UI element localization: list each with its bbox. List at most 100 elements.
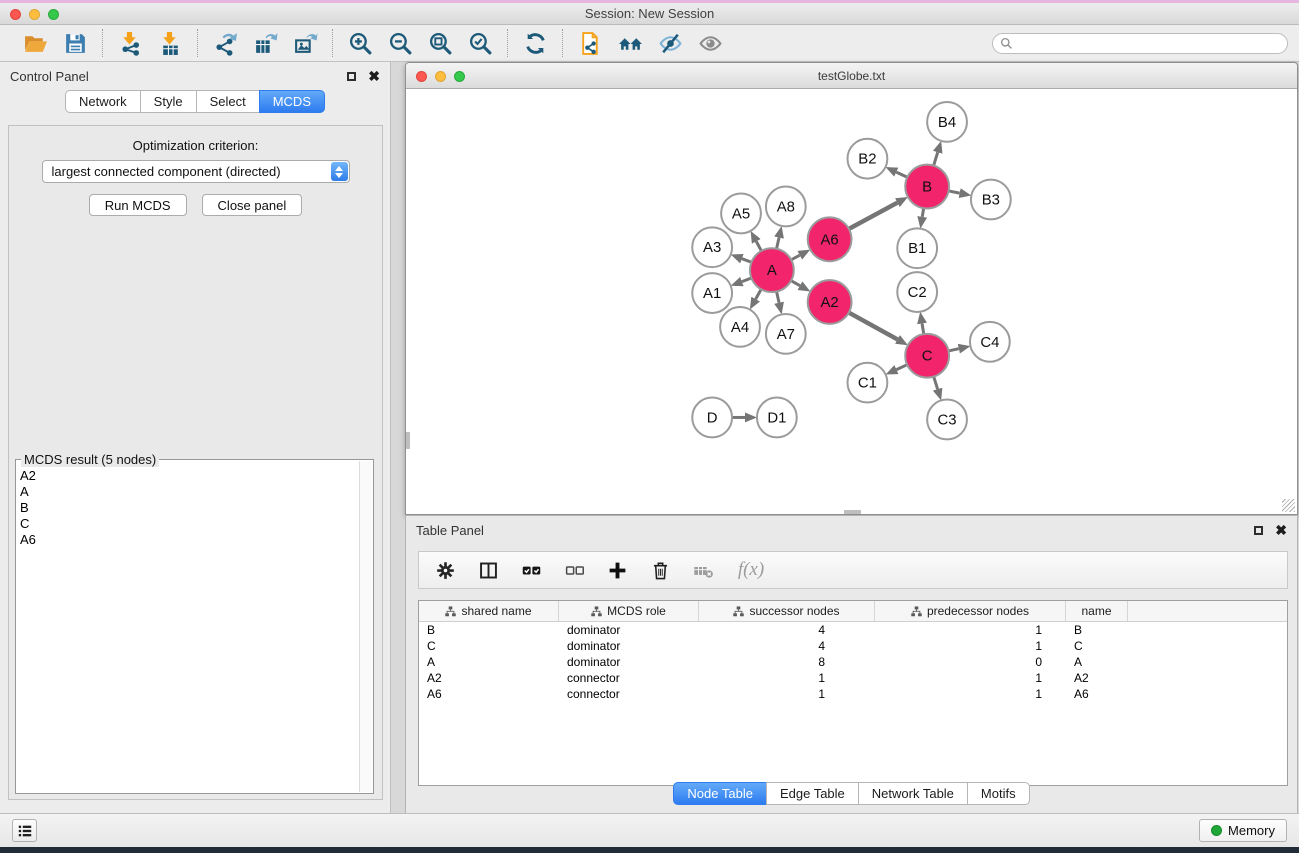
home-button[interactable] [616,29,644,57]
open-file-button[interactable] [21,29,49,57]
edge-B-B1[interactable] [922,208,923,217]
table-cell[interactable]: A [1066,655,1128,669]
table-row[interactable]: A6connector11A6 [419,686,1287,702]
zoom-in-button[interactable] [346,29,374,57]
table-cell[interactable]: C [1066,639,1128,653]
vertical-scrollbar-thumb[interactable] [406,432,410,449]
network-minimize-button[interactable] [435,71,446,82]
column-header-MCDS-role[interactable]: MCDS role [559,601,699,621]
node-C[interactable]: C [905,334,949,378]
split-columns-button[interactable] [476,558,500,582]
edge-A-A4[interactable] [756,289,761,299]
optimization-criterion-dropdown[interactable]: largest connected component (directed) [42,160,350,183]
close-panel-icon[interactable]: ✖ [368,69,380,83]
save-session-button[interactable] [61,29,89,57]
node-B[interactable]: B [905,165,949,209]
edge-A-A2[interactable] [791,281,800,286]
node-B1[interactable]: B1 [897,228,937,268]
edge-A-A6[interactable] [791,255,800,260]
import-network-button[interactable] [116,29,144,57]
table-cell[interactable]: 1 [875,623,1066,637]
node-A5[interactable]: A5 [721,194,761,234]
resize-grip[interactable] [1282,499,1295,512]
node-B4[interactable]: B4 [927,102,967,142]
node-A1[interactable]: A1 [692,273,732,313]
node-A7[interactable]: A7 [766,314,806,354]
table-cell[interactable]: 4 [699,623,875,637]
network-zoom-button[interactable] [454,71,465,82]
table-cell[interactable]: connector [559,671,699,685]
tab-motifs[interactable]: Motifs [967,782,1030,805]
edge-A-A3[interactable] [742,259,752,263]
mcds-result-item[interactable]: B [20,500,358,516]
settings-gear-button[interactable] [433,558,457,582]
table-cell[interactable]: B [419,623,559,637]
table-cell[interactable]: A2 [419,671,559,685]
refresh-button[interactable] [521,29,549,57]
float-panel-icon[interactable] [347,72,356,81]
add-column-button[interactable] [605,558,629,582]
table-cell[interactable]: B [1066,623,1128,637]
edge-B-B2[interactable] [896,172,907,177]
edge-B-B4[interactable] [934,152,938,165]
column-header-successor-nodes[interactable]: successor nodes [699,601,875,621]
zoom-fit-button[interactable] [426,29,454,57]
table-cell[interactable]: 1 [875,671,1066,685]
tab-mcds[interactable]: MCDS [259,90,325,113]
table-cell[interactable]: 1 [699,671,875,685]
edge-C-C4[interactable] [949,349,959,351]
deselect-all-button[interactable] [562,558,586,582]
node-C1[interactable]: C1 [848,363,888,403]
table-cell[interactable]: connector [559,687,699,701]
table-cell[interactable]: 1 [699,687,875,701]
export-image-button[interactable] [291,29,319,57]
export-table-button[interactable] [251,29,279,57]
memory-button[interactable]: Memory [1199,819,1287,842]
result-scrollbar[interactable] [359,461,372,792]
table-cell[interactable]: dominator [559,639,699,653]
table-cell[interactable]: 1 [875,639,1066,653]
select-all-button[interactable] [519,558,543,582]
search-box[interactable] [992,33,1288,54]
zoom-selected-button[interactable] [466,29,494,57]
tab-style[interactable]: Style [140,90,197,113]
mcds-result-item[interactable]: A6 [20,532,358,548]
close-panel-button[interactable]: Close panel [202,194,303,216]
node-D1[interactable]: D1 [757,398,797,438]
zoom-window-button[interactable] [48,9,59,20]
table-cell[interactable]: 4 [699,639,875,653]
minimize-window-button[interactable] [29,9,40,20]
tab-network-table[interactable]: Network Table [858,782,968,805]
node-C3[interactable]: C3 [927,400,967,440]
task-history-button[interactable] [12,819,37,842]
hide-unselected-button[interactable] [656,29,684,57]
mcds-result-item[interactable]: A2 [20,468,358,484]
node-C4[interactable]: C4 [970,322,1010,362]
network-close-button[interactable] [416,71,427,82]
node-A4[interactable]: A4 [720,307,760,347]
float-table-panel-icon[interactable] [1254,526,1263,535]
table-cell[interactable]: dominator [559,655,699,669]
node-A6[interactable]: A6 [808,217,852,261]
column-header-shared-name[interactable]: shared name [419,601,559,621]
table-cell[interactable]: 1 [875,687,1066,701]
edge-A-A5[interactable] [756,241,761,251]
mcds-result-item[interactable]: C [20,516,358,532]
node-B3[interactable]: B3 [971,180,1011,220]
horizontal-scrollbar-thumb[interactable] [844,510,861,514]
node-A8[interactable]: A8 [766,187,806,227]
table-row[interactable]: Adominator80A [419,654,1287,670]
edge-C-C1[interactable] [896,365,907,370]
edge-C-C2[interactable] [922,323,924,334]
edge-A-A1[interactable] [742,278,752,282]
node-C2[interactable]: C2 [897,272,937,312]
table-cell[interactable]: 8 [699,655,875,669]
copy-network-button[interactable] [576,29,604,57]
edge-B-B3[interactable] [949,191,960,193]
tab-select[interactable]: Select [196,90,260,113]
mcds-result-item[interactable]: A [20,484,358,500]
edge-A-A8[interactable] [777,238,779,249]
edge-A-A7[interactable] [777,292,779,303]
import-table-button[interactable] [156,29,184,57]
network-canvas[interactable]: B4B2BB3A8A5A6A3B1AA1C2A2A4A7C4CC1C3DD1 [406,90,1297,514]
